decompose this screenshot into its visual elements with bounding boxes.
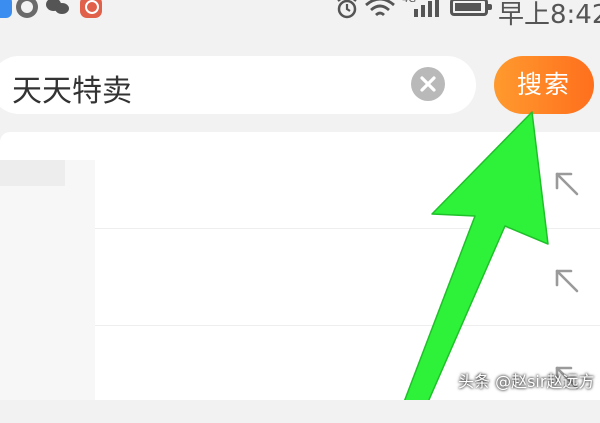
battery-icon [450,0,492,16]
suggestion-row[interactable] [95,132,600,229]
search-box[interactable]: 天天特卖 [0,56,476,114]
search-input[interactable]: 天天特卖 [12,66,132,110]
suggestion-row[interactable] [95,229,600,326]
alarm-icon [337,0,357,19]
watermark-text: 头条 @赵sir赵远方 [458,372,595,391]
status-bar: 4G 早上8:42 [0,0,600,32]
browser-icon [0,0,12,18]
clear-icon[interactable] [411,67,445,101]
status-time: 早上8:42 [498,0,600,30]
suggestion-list [0,132,600,400]
search-button[interactable]: 搜索 [494,56,594,114]
camera-icon [16,0,38,18]
music-icon [80,0,102,18]
wechat-icon [46,0,69,18]
wifi-icon [365,0,395,17]
suggestion-side-strip [0,160,95,400]
fill-arrow-icon[interactable] [553,267,581,295]
signal-icon [414,0,439,17]
fill-arrow-icon[interactable] [553,170,581,198]
